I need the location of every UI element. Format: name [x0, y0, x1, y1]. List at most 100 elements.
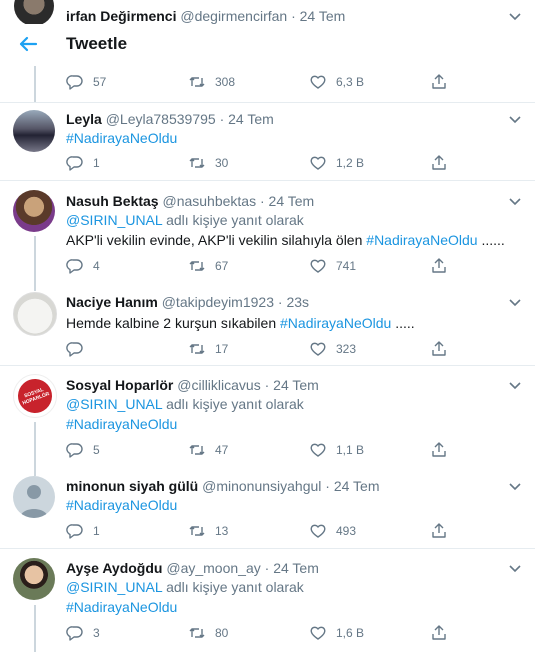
hashtag-link[interactable]: #NadirayaNeOldu: [66, 497, 177, 513]
like-button[interactable]: 323: [309, 339, 356, 359]
share-button[interactable]: [430, 440, 457, 460]
tweet-actions: 4 67 741: [66, 256, 466, 276]
like-button[interactable]: 493: [309, 521, 356, 541]
avatar[interactable]: [13, 110, 55, 152]
reply-count: 4: [93, 259, 100, 273]
chevron-down-icon[interactable]: [509, 10, 521, 22]
share-icon: [432, 74, 446, 89]
retweet-button[interactable]: 17: [188, 339, 228, 359]
retweet-icon: [189, 344, 205, 354]
tweet-actions: 3 80 1,6 B: [66, 623, 466, 643]
retweet-count: 17: [215, 342, 229, 356]
reply-count: 1: [93, 524, 100, 538]
share-button[interactable]: [430, 521, 457, 541]
thread-line: [34, 236, 36, 283]
reply-to-mention[interactable]: @SIRIN_UNAL: [66, 579, 162, 595]
tweet-time[interactable]: · 23s: [278, 294, 309, 310]
like-button[interactable]: 1,1 B: [309, 440, 364, 460]
hashtag-link[interactable]: #NadirayaNeOldu: [66, 130, 177, 146]
reply-to-mention[interactable]: @SIRIN_UNAL: [66, 212, 162, 228]
avatar[interactable]: [13, 558, 55, 600]
retweet-button[interactable]: 30: [188, 153, 228, 173]
retweet-icon: [189, 445, 205, 455]
retweet-button[interactable]: 13: [188, 521, 228, 541]
retweet-button[interactable]: 308: [188, 72, 235, 92]
tweet[interactable]: Ayşe Aydoğdu @ay_moon_ay · 24 Tem @SIRIN…: [0, 549, 535, 652]
avatar[interactable]: [14, 0, 54, 26]
heart-icon: [310, 156, 326, 170]
avatar[interactable]: [13, 292, 57, 336]
reply-count: 57: [93, 75, 107, 89]
author-name[interactable]: Sosyal Hoparlör: [66, 377, 173, 393]
tweet-time[interactable]: · 24 Tem: [220, 111, 274, 127]
reply-icon: [66, 342, 83, 357]
author-name[interactable]: Ayşe Aydoğdu: [66, 560, 162, 576]
thread-line: [34, 66, 36, 102]
tweet-actions: 5 47 1,1 B: [66, 440, 466, 460]
tweet-time[interactable]: · 24 Tem: [260, 193, 314, 209]
author-name[interactable]: Leyla: [66, 111, 102, 127]
avatar[interactable]: SOSYAL HOPARLÖR: [13, 374, 57, 418]
retweet-button[interactable]: 67: [188, 256, 228, 276]
tweet-text-end: .....: [395, 315, 415, 331]
tweet[interactable]: minonun siyah gülü @minonunsiyahgul · 24…: [0, 468, 535, 549]
tweet[interactable]: Leyla @Leyla78539795 · 24 Tem #NadirayaN…: [0, 102, 535, 181]
chevron-down-icon[interactable]: [509, 379, 521, 391]
reply-count: 1: [93, 156, 100, 170]
tweet[interactable]: Naciye Hanım @takipdeyim1923 · 23s Hemde…: [0, 283, 535, 366]
avatar[interactable]: [13, 190, 55, 232]
chevron-down-icon[interactable]: [509, 480, 521, 492]
default-avatar-icon: [20, 485, 48, 518]
author-name[interactable]: minonun siyah gülü: [66, 478, 198, 494]
like-button[interactable]: 741: [309, 256, 356, 276]
chevron-down-icon[interactable]: [509, 296, 521, 308]
tweet[interactable]: SOSYAL HOPARLÖR Sosyal Hoparlör @cillikl…: [0, 366, 535, 468]
heart-icon: [310, 626, 326, 640]
tweet-tail: 57 308 6,3 B: [0, 66, 535, 103]
tweet-time[interactable]: · 24 Tem: [291, 8, 345, 24]
tweet[interactable]: Nasuh Bektaş @nasuhbektas · 24 Tem @SIRI…: [0, 181, 535, 283]
reply-button[interactable]: 5: [66, 440, 100, 460]
tweet-time[interactable]: · 24 Tem: [265, 560, 319, 576]
retweet-count: 13: [215, 524, 229, 538]
reply-button[interactable]: 57: [66, 72, 106, 92]
share-button[interactable]: [430, 72, 457, 92]
share-button[interactable]: [430, 153, 457, 173]
share-button[interactable]: [430, 623, 457, 643]
retweet-icon: [189, 158, 205, 168]
reply-button[interactable]: [66, 339, 93, 359]
heart-icon: [310, 443, 326, 457]
chevron-down-icon[interactable]: [509, 113, 521, 125]
reply-button[interactable]: 1: [66, 153, 100, 173]
reply-button[interactable]: 4: [66, 256, 100, 276]
share-icon: [432, 155, 446, 170]
reply-button[interactable]: 3: [66, 623, 100, 643]
avatar[interactable]: [13, 476, 55, 518]
tweet-time[interactable]: · 24 Tem: [265, 377, 319, 393]
author-name[interactable]: Nasuh Bektaş: [66, 193, 159, 209]
hashtag-link[interactable]: #NadirayaNeOldu: [66, 599, 177, 615]
retweet-button[interactable]: 80: [188, 623, 228, 643]
tweet-actions: 57 308 6,3 B: [66, 72, 466, 92]
like-button[interactable]: 1,2 B: [309, 153, 364, 173]
chevron-down-icon[interactable]: [509, 195, 521, 207]
reply-to-mention[interactable]: @SIRIN_UNAL: [66, 396, 162, 412]
hashtag-link[interactable]: #NadirayaNeOldu: [280, 315, 391, 331]
tweet-time[interactable]: · 24 Tem: [325, 478, 379, 494]
retweet-button[interactable]: 47: [188, 440, 228, 460]
hashtag-link[interactable]: #NadirayaNeOldu: [66, 416, 177, 432]
like-button[interactable]: 1,6 B: [309, 623, 364, 643]
author-name[interactable]: Naciye Hanım: [66, 294, 158, 310]
share-button[interactable]: [430, 339, 457, 359]
retweet-count: 47: [215, 443, 229, 457]
tweet-text: AKP'li vekilin evinde, AKP'li vekilin si…: [66, 232, 363, 248]
hashtag-link[interactable]: #NadirayaNeOldu: [366, 232, 477, 248]
tweet-actions: 1 30 1,2 B: [66, 153, 466, 173]
chevron-down-icon[interactable]: [509, 562, 521, 574]
author-name[interactable]: irfan Değirmenci: [66, 8, 176, 24]
reply-button[interactable]: 1: [66, 521, 100, 541]
share-button[interactable]: [430, 256, 457, 276]
page-title: Tweetle: [66, 34, 128, 53]
like-button[interactable]: 6,3 B: [309, 72, 364, 92]
back-arrow-icon[interactable]: [18, 34, 38, 54]
